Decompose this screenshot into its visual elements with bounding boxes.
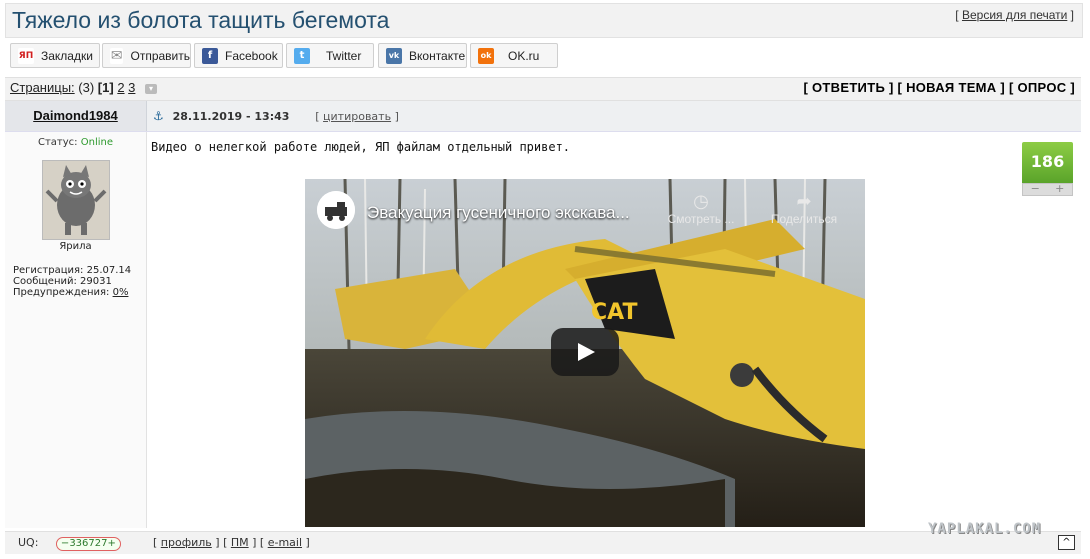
scroll-top-button[interactable]: ^: [1058, 535, 1075, 550]
share-video-label: Поделиться: [770, 212, 838, 226]
topic-title: Тяжело из болота тащить бегемота: [12, 7, 390, 33]
clock-icon: ◷: [693, 191, 709, 211]
uq-label: UQ:: [18, 536, 39, 549]
status-value: Online: [80, 137, 113, 148]
page-2-link[interactable]: 2: [117, 80, 124, 95]
post-text: Видео о нелегкой работе людей, ЯП файлам…: [151, 140, 571, 154]
user-status: Статус: Online: [5, 137, 146, 148]
twitter-icon: t: [294, 47, 310, 64]
rating-plus-button[interactable]: +: [1055, 183, 1064, 195]
user-uq: UQ: −336727+: [18, 536, 121, 551]
cat-avatar-icon: [43, 161, 109, 239]
post-header: Daimond1984 ⚓ 28.11.2019 - 13:43 [ цитир…: [5, 101, 1081, 132]
facebook-icon: f: [202, 47, 218, 64]
profile-link[interactable]: профиль: [161, 536, 212, 549]
user-info: Регистрация: 25.07.14 Сообщений: 29031 П…: [13, 265, 131, 298]
share-bar: ЯП Закладки ✉ Отправить f Facebook t Twi…: [5, 38, 1081, 74]
send-button[interactable]: ✉ Отправить: [102, 43, 191, 68]
send-label: Отправить: [130, 48, 190, 63]
share-arrow-icon: ➦: [796, 191, 812, 211]
warn-label: Предупреждения:: [13, 287, 110, 298]
pages-label[interactable]: Страницы:: [10, 80, 75, 95]
video-player[interactable]: CAT Эвакуация гусеничного экскава... ◷ С…: [305, 179, 865, 527]
rating-controls: − +: [1022, 183, 1073, 196]
video-title[interactable]: Эвакуация гусеничного экскава...: [367, 203, 630, 223]
ok-label: OK.ru: [508, 48, 540, 63]
rating-minus-button[interactable]: −: [1031, 183, 1040, 195]
print-version-label[interactable]: Версия для печати: [962, 8, 1067, 22]
avatar[interactable]: [42, 160, 110, 240]
user-panel: Статус: Online Ярила Регистрация: 25.07.…: [5, 132, 147, 528]
uq-value: 336727: [69, 538, 108, 549]
mail-icon: ✉: [110, 47, 124, 64]
author-cell: Daimond1984: [5, 101, 147, 131]
user-warnings: Предупреждения: 0%: [13, 287, 131, 298]
pagination: Страницы: (3) [1] 2 3 ▾: [10, 80, 158, 95]
svg-text:CAT: CAT: [591, 300, 637, 325]
vk-icon: vk: [386, 47, 402, 64]
user-reg-date: Регистрация: 25.07.14: [13, 265, 132, 276]
post-footer: UQ: −336727+ [ профиль ] [ ПМ ] [ e-mail…: [5, 531, 1081, 554]
print-version-link[interactable]: [ Версия для печати ]: [955, 8, 1074, 22]
user-links: [ профиль ] [ ПМ ] [ e-mail ]: [153, 536, 310, 549]
avatar-label: Ярила: [59, 241, 92, 252]
ok-button[interactable]: ok OK.ru: [470, 43, 558, 68]
post-date: 28.11.2019 - 13:43: [172, 110, 290, 123]
topic-actions[interactable]: [ ОТВЕТИТЬ ] [ НОВАЯ ТЕМА ] [ ОПРОС ]: [803, 80, 1075, 95]
twitter-label: Twitter: [326, 48, 362, 63]
yp-bookmark-icon: ЯП: [18, 47, 34, 64]
vk-button[interactable]: vk Вконтакте: [378, 43, 467, 68]
facebook-button[interactable]: f Facebook: [194, 43, 283, 68]
facebook-label: Facebook: [225, 48, 278, 63]
page-3-link[interactable]: 3: [128, 80, 135, 95]
uq-badge[interactable]: −336727+: [55, 537, 121, 551]
quote-link[interactable]: [ цитировать ]: [315, 110, 399, 123]
anchor-icon[interactable]: ⚓: [153, 109, 164, 123]
watch-later-button[interactable]: ◷ Смотреть ...: [661, 191, 741, 226]
page-current: [1]: [97, 80, 114, 95]
rating-value: 186: [1022, 142, 1073, 183]
pm-link[interactable]: ПМ: [231, 536, 249, 549]
play-button-icon[interactable]: [551, 328, 619, 376]
post-rating: 186 − +: [1022, 142, 1073, 196]
topic-header: Тяжело из болота тащить бегемота [ Верси…: [5, 3, 1083, 38]
quote-label[interactable]: цитировать: [323, 110, 391, 123]
site-watermark: YAPLAKAL.COM: [928, 521, 1042, 537]
user-msg-count: Сообщений: 29031: [13, 276, 112, 287]
post-meta: ⚓ 28.11.2019 - 13:43 [ цитировать ]: [153, 109, 399, 123]
status-label: Статус:: [38, 137, 78, 148]
twitter-button[interactable]: t Twitter: [286, 43, 374, 68]
ok-icon: ok: [478, 47, 494, 64]
post-body: Видео о нелегкой работе людей, ЯП файлам…: [147, 132, 1081, 528]
vk-label: Вконтакте: [409, 48, 466, 63]
watch-later-label: Смотреть ...: [667, 212, 735, 226]
bookmark-label: Закладки: [41, 48, 93, 63]
bookmark-button[interactable]: ЯП Закладки: [10, 43, 100, 68]
pagination-bar: Страницы: (3) [1] 2 3 ▾ [ ОТВЕТИТЬ ] [ Н…: [5, 77, 1081, 101]
share-video-button[interactable]: ➦ Поделиться: [759, 191, 849, 226]
pages-dropdown-icon[interactable]: ▾: [145, 83, 158, 94]
warn-value[interactable]: 0%: [113, 287, 129, 298]
channel-avatar-icon[interactable]: [317, 191, 355, 229]
email-link[interactable]: e-mail: [268, 536, 302, 549]
pages-count: (3): [78, 80, 95, 95]
author-name[interactable]: Daimond1984: [5, 108, 146, 123]
